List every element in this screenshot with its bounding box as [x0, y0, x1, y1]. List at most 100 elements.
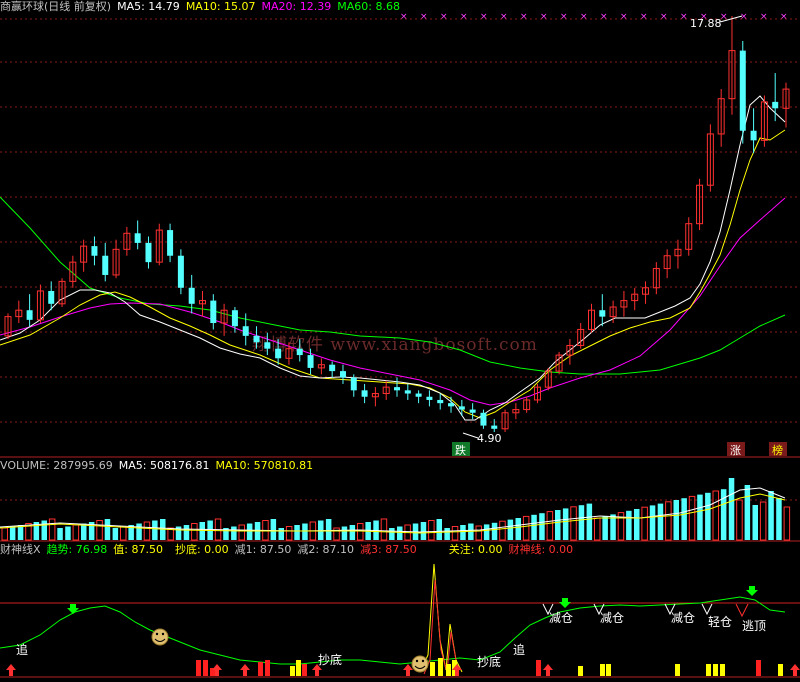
indicator-bar [430, 662, 435, 676]
top-marker: × [460, 12, 468, 22]
candle [317, 358, 325, 375]
volume-bar [294, 525, 300, 540]
top-marker: × [680, 12, 688, 22]
volume-bar [681, 498, 687, 540]
volume-bar [357, 523, 364, 541]
volume-bar [578, 505, 585, 540]
low-pointer [462, 432, 479, 439]
candle [167, 223, 174, 263]
volume-bar [270, 519, 277, 540]
volume-bar [325, 519, 332, 540]
volume-bar [183, 525, 190, 540]
candle [361, 383, 368, 404]
top-marker: × [640, 12, 648, 22]
top-marker: × [420, 12, 428, 22]
volume-bar [48, 518, 56, 541]
candle [199, 290, 206, 317]
volume-bar [641, 506, 648, 541]
svg-text:涨: 涨 [730, 444, 741, 457]
indicator-bar [706, 664, 711, 676]
volume-bar [768, 491, 774, 540]
volume-bar [776, 498, 782, 540]
candle [501, 409, 509, 432]
candle [652, 262, 660, 295]
candle [642, 281, 650, 304]
top-marker: × [520, 12, 528, 22]
volume-bar [744, 485, 751, 540]
candle [663, 249, 671, 279]
label-jiancang: 减仓 [671, 611, 695, 625]
volume-bar [65, 526, 71, 540]
volume-bar [152, 520, 158, 540]
indicator-bar [196, 660, 201, 676]
top-marker: × [600, 12, 608, 22]
top-marker: × [480, 12, 488, 22]
volume-bar [697, 494, 703, 540]
volume-bar [112, 528, 119, 540]
volume-bar [341, 526, 348, 540]
volume-bar [238, 524, 245, 541]
volume-bar [72, 524, 80, 541]
arrow-down-icon [559, 598, 571, 608]
indicator-bar [536, 660, 541, 676]
candle [469, 403, 476, 420]
candle [588, 303, 595, 333]
candle [177, 249, 184, 295]
volume-bar [397, 526, 403, 540]
high-label: 17.88 [690, 17, 722, 30]
candle [123, 226, 131, 256]
volume-bar [665, 501, 672, 541]
volume-bar [499, 520, 506, 541]
svg-text:榜: 榜 [772, 443, 783, 457]
volume-bar [428, 520, 435, 541]
volume-bar [246, 523, 253, 540]
indicator-bar [438, 658, 443, 676]
candle [394, 377, 400, 397]
kline-chart[interactable]: × × × × × × × × × × × × × × × × × × × × 17.88 4.90 跌 涨 榜 [0, 0, 800, 682]
top-marker: × [560, 12, 568, 22]
arrow-up-icon [543, 664, 553, 676]
top-markers: × × × × × × × × × × × × × × × × × × × × [400, 12, 788, 22]
volume-bar [570, 506, 577, 541]
svg-text:跌: 跌 [455, 443, 466, 457]
smiley-icon [151, 628, 169, 646]
label-chaodi: 抄底 [477, 654, 501, 669]
volume-bar [634, 509, 640, 540]
top-marker: × [780, 12, 788, 22]
top-marker: × [500, 12, 508, 22]
volume-bar [380, 518, 388, 541]
volume-bar [1, 527, 8, 541]
volume-bar [9, 526, 16, 540]
candle [350, 374, 357, 397]
candle [4, 313, 12, 340]
indicator-bar [600, 664, 605, 676]
volume-bar [752, 505, 758, 540]
signal-die: 跌 [452, 442, 470, 457]
volume-bar [673, 500, 679, 540]
top-marker: × [660, 12, 668, 22]
candle [458, 399, 465, 416]
low-label: 4.90 [477, 432, 502, 445]
candle [296, 339, 303, 362]
label-qingcang: 轻仓 [708, 615, 732, 629]
volume-bar [302, 523, 308, 540]
candle [523, 396, 531, 413]
candle [717, 89, 725, 147]
volume-bar [420, 522, 427, 540]
volume-bar [728, 478, 735, 540]
candle [512, 403, 520, 420]
volume-bar [602, 516, 608, 540]
top-marker: × [540, 12, 548, 22]
candle [555, 351, 563, 375]
candle [329, 361, 336, 378]
top-marker: × [760, 12, 768, 22]
top-marker: × [740, 12, 748, 22]
candles [4, 16, 790, 432]
volume-bar [555, 510, 561, 540]
candle [371, 387, 379, 407]
candle [599, 294, 606, 327]
volume-bar [444, 528, 450, 540]
candle [264, 332, 271, 356]
candle [80, 239, 88, 272]
volume-bar [333, 527, 340, 541]
